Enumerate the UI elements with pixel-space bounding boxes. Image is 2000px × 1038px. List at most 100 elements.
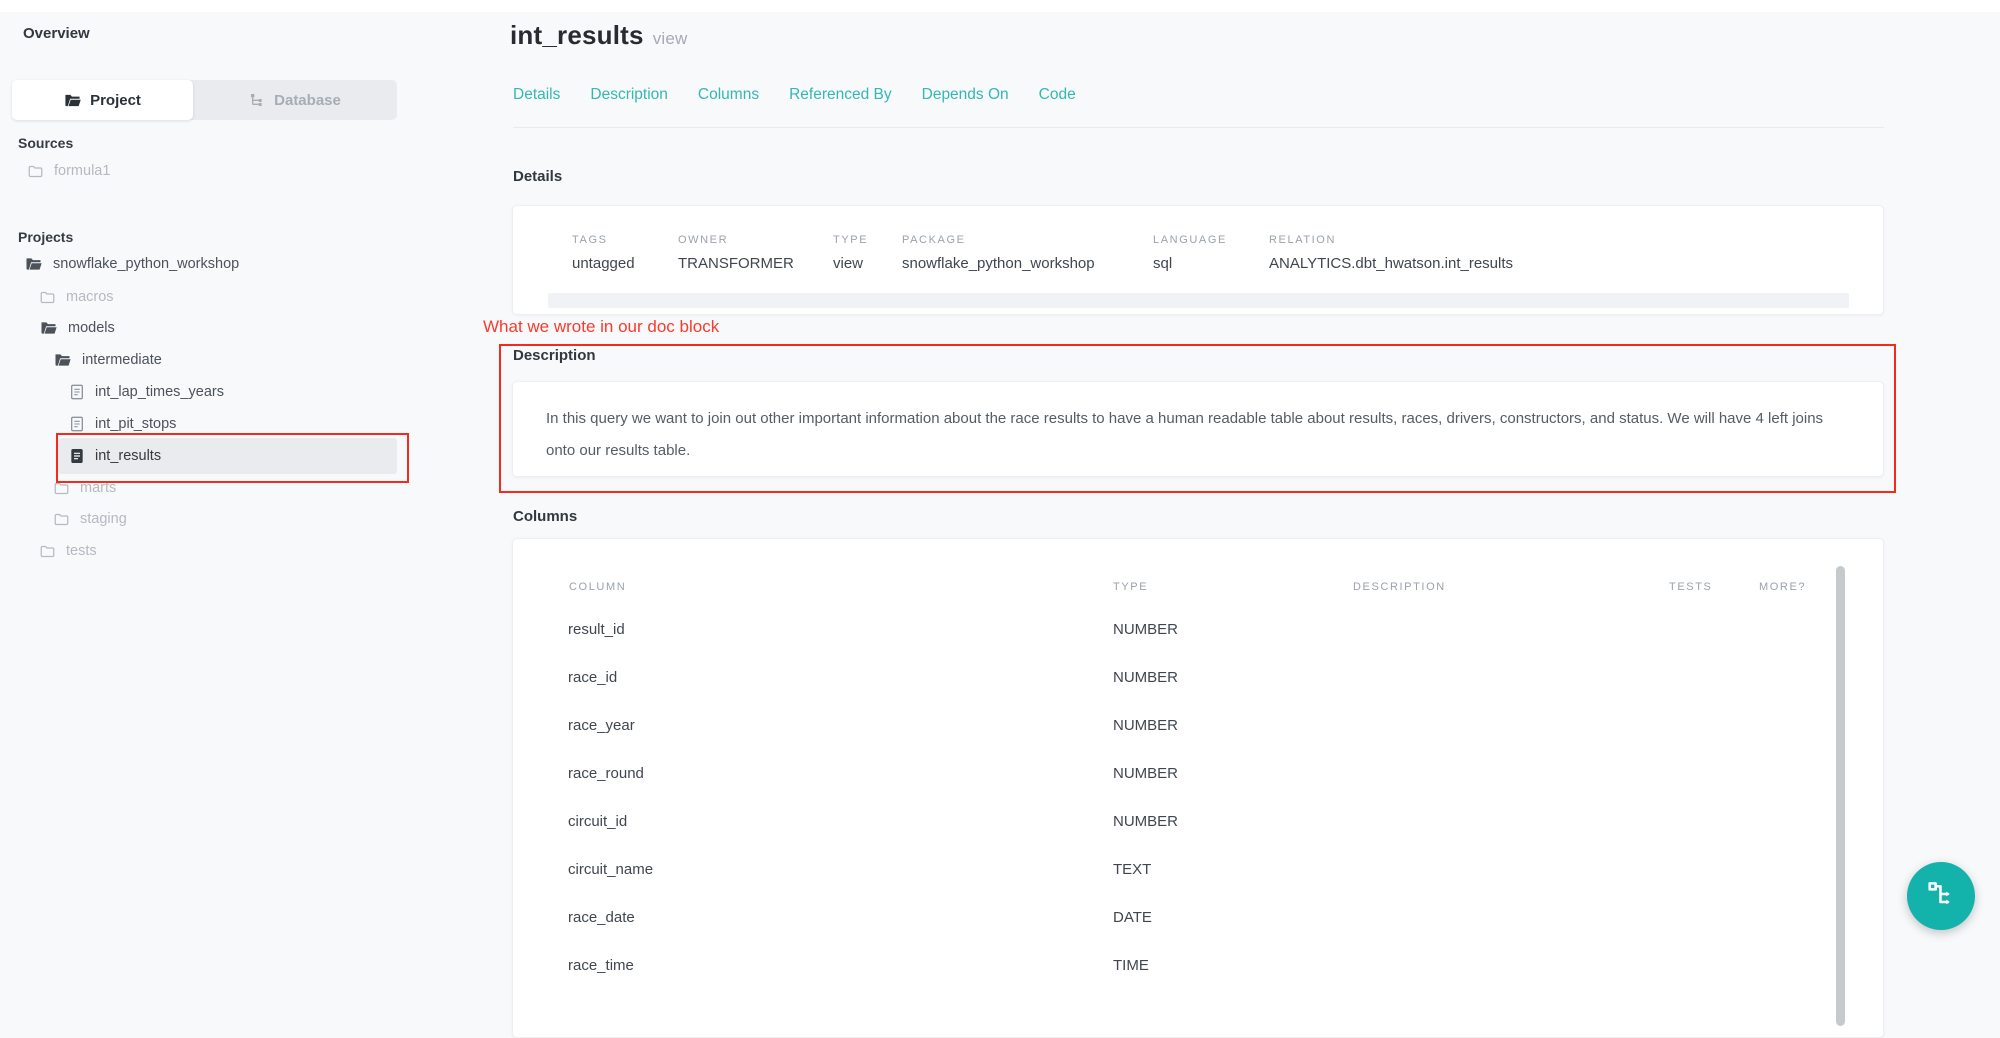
tree-item-label: tests [66, 543, 97, 559]
column-name: circuit_name [568, 861, 653, 878]
source-item-formula1[interactable]: formula1 [28, 156, 110, 186]
column-type: NUMBER [1113, 765, 1178, 782]
lineage-graph-button[interactable] [1907, 862, 1975, 930]
folder-open-icon [54, 353, 71, 367]
folder-closed-icon [40, 291, 55, 304]
model-name: int_results [510, 20, 644, 50]
description-section-heading: Description [513, 347, 596, 364]
table-row[interactable]: race_year NUMBER [513, 717, 1883, 765]
top-strip [0, 0, 2000, 12]
toggle-database-button[interactable]: Database [193, 80, 397, 120]
toggle-project-label: Project [90, 92, 141, 109]
source-item-label: formula1 [54, 163, 110, 179]
column-type: NUMBER [1113, 669, 1178, 686]
column-type: TEXT [1113, 861, 1151, 878]
tree-item-label: intermediate [82, 352, 162, 368]
detail-value: view [833, 255, 868, 272]
column-name: circuit_id [568, 813, 627, 830]
tab-divider [513, 127, 1884, 128]
tab-columns[interactable]: Columns [698, 86, 759, 104]
tree-item-label: int_pit_stops [95, 416, 176, 432]
tree-item-label: staging [80, 511, 127, 527]
column-name: race_year [568, 717, 635, 734]
sidebar-overview-label: Overview [23, 25, 90, 42]
details-card: TAGS untagged OWNER TRANSFORMER TYPE vie… [512, 205, 1884, 315]
tree-item-label: models [68, 320, 115, 336]
column-name: result_id [568, 621, 625, 638]
tree-item-intermediate[interactable]: intermediate [54, 345, 162, 375]
column-name: race_round [568, 765, 644, 782]
detail-label: TAGS [572, 234, 635, 246]
tab-referenced-by[interactable]: Referenced By [789, 86, 892, 104]
tree-item-macros[interactable]: macros [40, 282, 114, 312]
tree-item-int-pit-stops[interactable]: int_pit_stops [70, 409, 176, 439]
folder-closed-icon [54, 482, 69, 495]
detail-value: sql [1153, 255, 1227, 272]
tab-description[interactable]: Description [590, 86, 668, 104]
sources-section-label: Sources [18, 135, 73, 151]
tree-item-int-results[interactable]: int_results [70, 441, 161, 471]
col-header-type: TYPE [1113, 581, 1148, 593]
detail-field-relation: RELATION ANALYTICS.dbt_hwatson.int_resul… [1269, 234, 1513, 272]
table-row[interactable]: race_date DATE [513, 909, 1883, 957]
table-row[interactable]: result_id NUMBER [513, 621, 1883, 669]
tree-item-marts[interactable]: marts [54, 473, 116, 503]
column-type: DATE [1113, 909, 1152, 926]
details-collapsed-strip [548, 293, 1849, 308]
table-row[interactable]: circuit_name TEXT [513, 861, 1883, 909]
col-header-tests: TESTS [1669, 581, 1712, 593]
detail-field-owner: OWNER TRANSFORMER [678, 234, 794, 272]
projects-section-label: Projects [18, 229, 73, 245]
tab-details[interactable]: Details [513, 86, 560, 104]
detail-label: LANGUAGE [1153, 234, 1227, 246]
tree-item-label: macros [66, 289, 114, 305]
table-row[interactable]: race_id NUMBER [513, 669, 1883, 717]
table-row[interactable]: circuit_id NUMBER [513, 813, 1883, 861]
file-icon [70, 384, 84, 400]
annotation-text: What we wrote in our doc block [483, 317, 719, 337]
folder-open-icon [64, 93, 81, 108]
lineage-graph-icon [1925, 878, 1957, 915]
columns-card: COLUMN TYPE DESCRIPTION TESTS MORE? resu… [512, 538, 1884, 1038]
columns-section-heading: Columns [513, 508, 577, 525]
tree-item-staging[interactable]: staging [54, 504, 127, 534]
tree-item-int-lap-times-years[interactable]: int_lap_times_years [70, 377, 224, 407]
folder-open-icon [25, 257, 42, 271]
detail-value: untagged [572, 255, 635, 272]
description-card: In this query we want to join out other … [512, 381, 1884, 477]
tree-item-snowflake-python-workshop[interactable]: snowflake_python_workshop [25, 249, 239, 279]
column-type: NUMBER [1113, 621, 1178, 638]
details-section-heading: Details [513, 168, 562, 185]
columns-table-body: result_id NUMBER race_id NUMBER race_yea… [513, 621, 1883, 1005]
file-solid-icon [70, 448, 84, 464]
detail-field-type: TYPE view [833, 234, 868, 272]
detail-field-language: LANGUAGE sql [1153, 234, 1227, 272]
tree-item-tests[interactable]: tests [40, 536, 97, 566]
tree-item-label: snowflake_python_workshop [53, 256, 239, 272]
columns-scrollbar[interactable] [1836, 566, 1845, 1026]
folder-closed-icon [28, 165, 43, 178]
detail-label: OWNER [678, 234, 794, 246]
file-icon [70, 416, 84, 432]
col-header-description: DESCRIPTION [1353, 581, 1446, 593]
folder-closed-icon [40, 545, 55, 558]
table-row[interactable]: race_time TIME [513, 957, 1883, 1005]
table-row[interactable]: race_round NUMBER [513, 765, 1883, 813]
detail-value: ANALYTICS.dbt_hwatson.int_results [1269, 255, 1513, 272]
detail-value: TRANSFORMER [678, 255, 794, 272]
tree-item-label: int_lap_times_years [95, 384, 224, 400]
toggle-database-label: Database [274, 92, 341, 109]
tree-item-label: marts [80, 480, 116, 496]
tab-code[interactable]: Code [1039, 86, 1076, 104]
tab-bar: Details Description Columns Referenced B… [513, 86, 1076, 104]
detail-label: PACKAGE [902, 234, 1095, 246]
col-header-column: COLUMN [569, 581, 626, 593]
database-tree-icon [249, 92, 265, 108]
column-type: TIME [1113, 957, 1149, 974]
column-name: race_date [568, 909, 635, 926]
tab-depends-on[interactable]: Depends On [922, 86, 1009, 104]
column-type: NUMBER [1113, 813, 1178, 830]
toggle-project-button[interactable]: Project [12, 80, 193, 120]
tree-item-models[interactable]: models [40, 313, 115, 343]
tree-item-label: int_results [95, 448, 161, 464]
